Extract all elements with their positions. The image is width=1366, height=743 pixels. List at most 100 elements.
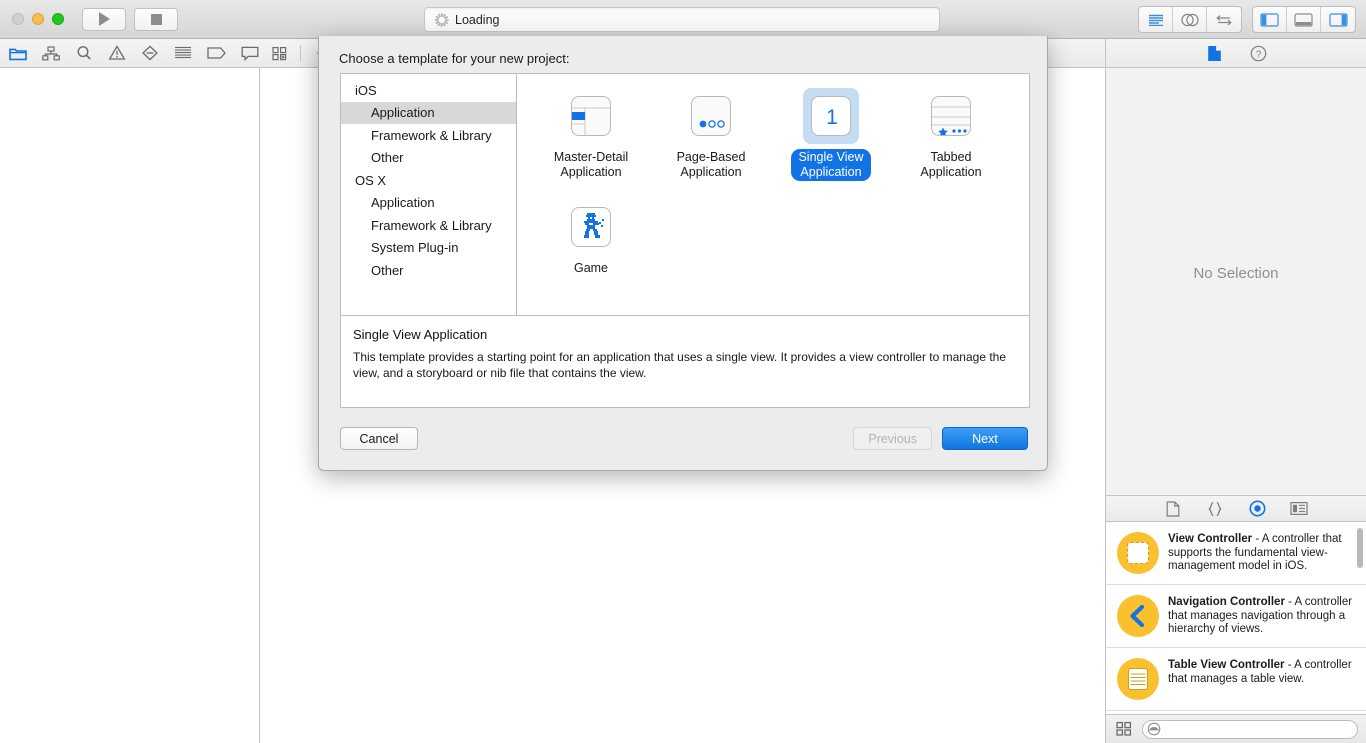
object-library-button[interactable] [1247,500,1267,518]
template-label: Single View Application [791,149,871,181]
library-scrollbar[interactable] [1357,528,1363,568]
file-template-library-button[interactable] [1163,500,1183,518]
template-icon-wrap [683,88,739,144]
template-icon-wrap [923,88,979,144]
list-item[interactable]: Navigation Controller - A controller tha… [1106,585,1366,648]
symbol-navigator-button[interactable] [41,44,60,62]
previous-button[interactable]: Previous [853,427,932,450]
list-item[interactable]: View Controller - A controller that supp… [1106,522,1366,585]
template-tabbed-application[interactable]: Tabbed Application [891,88,1011,181]
traffic-lights [12,13,64,25]
list-item[interactable]: Table View Controller - A controller tha… [1106,648,1366,711]
category-osx-system-plugin[interactable]: System Plug-in [341,237,516,260]
library-tab-bar [1105,495,1366,522]
issue-navigator-button[interactable] [107,44,126,62]
library-search-input[interactable] [1142,719,1358,739]
issue-navigator-icon [108,45,126,60]
stop-icon [150,13,162,25]
template-category-list[interactable]: iOS Application Framework & Library Othe… [341,74,517,315]
library-object-list[interactable]: View Controller - A controller that supp… [1105,522,1366,714]
game-icon [571,207,611,247]
inspector-empty-label: No Selection [1193,265,1279,282]
tabbed-icon [931,96,971,136]
code-snippet-library-button[interactable] [1205,500,1225,518]
standard-editor-button[interactable] [1139,7,1173,32]
category-osx-framework-library[interactable]: Framework & Library [341,214,516,237]
code-snippet-library-icon [1208,501,1222,516]
template-description: Single View Application This template pr… [341,315,1029,407]
dialog-content: iOS Application Framework & Library Othe… [340,73,1030,408]
template-game[interactable]: Game [531,199,651,277]
editor-mode-group [1138,6,1242,33]
template-single-view-application[interactable]: 1 Single View Application [771,88,891,181]
quick-help-inspector-button[interactable]: ? [1248,44,1268,62]
report-navigator-icon [241,46,259,61]
template-label: Game [573,261,609,275]
find-navigator-button[interactable] [74,44,93,62]
breakpoint-navigator-button[interactable] [207,44,227,62]
svg-text:1: 1 [826,106,838,129]
list-item-text: Navigation Controller - A controller tha… [1168,595,1356,637]
new-project-template-sheet: Choose a template for your new project: … [318,36,1048,471]
template-icon-wrap [563,88,619,144]
category-ios-other[interactable]: Other [341,147,516,170]
toggle-navigator-icon [1260,12,1279,27]
next-button[interactable]: Next [942,427,1028,450]
assistant-editor-button[interactable] [1173,7,1207,32]
xcode-window: Loading ? No Selection View Controller -… [0,0,1366,743]
template-icon-wrap [563,199,619,255]
category-ios-application[interactable]: Application [341,101,516,124]
run-stop-group [82,7,178,31]
related-items-button[interactable] [270,44,290,62]
template-label: Page-Based Application [676,150,746,179]
report-navigator-button[interactable] [241,44,260,62]
run-button[interactable] [82,7,126,31]
category-ios[interactable]: iOS [341,79,516,102]
toggle-utilities-icon [1328,12,1348,27]
debug-navigator-button[interactable] [174,44,193,62]
test-navigator-icon [142,45,159,61]
zoom-button-icon[interactable] [52,13,64,25]
navigation-controller-icon [1117,595,1159,637]
file-inspector-icon [1207,45,1221,61]
status-bar: Loading [424,7,940,32]
list-item-text: View Controller - A controller that supp… [1168,532,1356,574]
related-items-icon [272,46,287,60]
template-description-title: Single View Application [353,327,488,342]
media-library-button[interactable] [1289,500,1309,518]
object-library-icon [1249,500,1265,517]
close-button-icon[interactable] [12,13,24,25]
template-icon-wrap: 1 [803,88,859,144]
file-inspector-button[interactable] [1204,44,1224,62]
standard-editor-icon [1148,14,1163,26]
spinner-icon [434,12,449,27]
view-controller-icon [1117,532,1159,574]
stop-button[interactable] [134,7,178,31]
project-navigator-icon [8,48,27,60]
toggle-debug-area-button[interactable] [1287,7,1321,32]
template-description-body: This template provides a starting point … [353,350,1007,380]
minimize-button-icon[interactable] [32,13,44,25]
dialog-buttons: Cancel Previous Next [319,421,1049,471]
category-osx-other[interactable]: Other [341,259,516,282]
table-view-controller-icon [1117,658,1159,700]
category-osx[interactable]: OS X [341,169,516,192]
test-navigator-button[interactable] [141,44,160,62]
navigator-panel [0,68,260,743]
category-ios-framework-library[interactable]: Framework & Library [341,124,516,147]
template-page-based-application[interactable]: Page-Based Application [651,88,771,181]
template-master-detail-application[interactable]: Master-Detail Application [531,88,651,181]
category-osx-application[interactable]: Application [341,192,516,215]
grid-layout-button[interactable] [1114,720,1134,738]
library-bottom-bar [1105,714,1366,743]
version-editor-button[interactable] [1207,7,1241,32]
symbol-navigator-icon [41,45,60,60]
toggle-utilities-button[interactable] [1321,7,1355,32]
cancel-button[interactable]: Cancel [340,427,418,450]
toggle-navigator-button[interactable] [1253,7,1287,32]
view-toggle-group [1252,6,1356,33]
svg-text:?: ? [1255,49,1261,60]
project-navigator-button[interactable] [8,44,27,62]
run-icon [98,12,110,26]
list-item-title: Table View Controller [1168,659,1285,671]
